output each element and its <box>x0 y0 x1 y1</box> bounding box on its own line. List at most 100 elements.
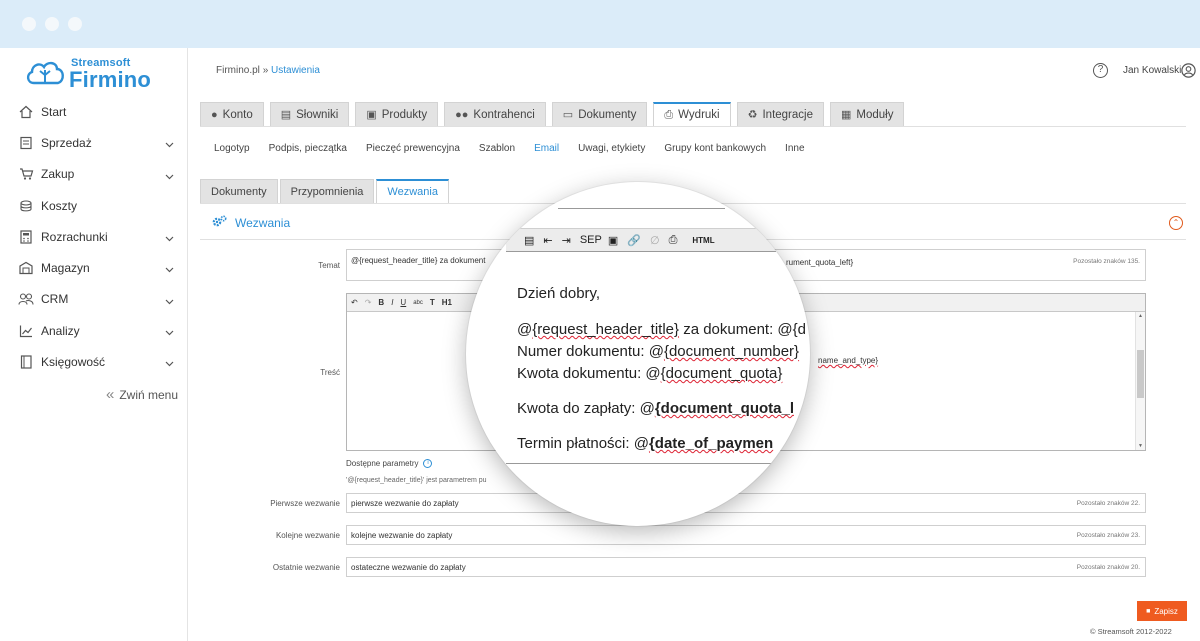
tab-email-dokumenty[interactable]: Dokumenty <box>200 179 278 203</box>
lens-top-line <box>558 208 725 209</box>
tab-label: Wydruki <box>678 109 720 121</box>
sidebar-item-crm[interactable]: CRM <box>0 284 188 315</box>
subtab-email[interactable]: Email <box>534 143 559 154</box>
separator-button[interactable]: SEP <box>580 234 602 246</box>
brand-main: Firmino <box>69 67 152 92</box>
window-dot-minimize[interactable] <box>45 17 59 31</box>
lens-text: @ <box>517 321 533 338</box>
tab-konto[interactable]: ● Konto <box>200 102 264 126</box>
subtab-szablon[interactable]: Szablon <box>479 143 515 154</box>
tresc-label: Treść <box>320 368 340 377</box>
sidebar-item-label: Magazyn <box>41 261 90 276</box>
tab-integracje[interactable]: ♻ Integracje <box>736 102 824 126</box>
param-text: {document_quota_l <box>654 400 794 417</box>
pierwsze-wezwanie-input[interactable]: pierwsze wezwanie do zapłaty Pozostało z… <box>346 493 1146 513</box>
sidebar-item-sprzedaz[interactable]: Sprzedaż <box>0 127 188 158</box>
italic-icon[interactable]: I <box>391 298 393 307</box>
kolejne-wezwanie-label: Kolejne wezwanie <box>275 531 340 540</box>
subtab-inne[interactable]: Inne <box>785 143 804 154</box>
chevron-up-icon[interactable]: ⌃ <box>1169 216 1183 230</box>
subtab-uwagi[interactable]: Uwagi, etykiety <box>578 143 645 154</box>
params-note: '@{request_header_title}' jest parametre… <box>346 477 487 484</box>
save-button[interactable]: ■ Zapisz <box>1137 601 1187 621</box>
unlink-icon[interactable]: ∅ <box>650 234 660 247</box>
sidebar-item-label: Analizy <box>41 323 80 338</box>
user-name[interactable]: Jan Kowalski <box>1123 65 1181 76</box>
tab-produkty[interactable]: ▣ Produkty <box>355 102 439 126</box>
tab-label: Słowniki <box>296 108 339 121</box>
temat-label: Temat <box>318 261 340 270</box>
gears-icon <box>212 215 227 231</box>
sidebar-item-koszty[interactable]: Koszty <box>0 190 188 221</box>
kolejne-wezwanie-input[interactable]: kolejne wezwanie do zapłaty Pozostało zn… <box>346 525 1146 545</box>
field-value: kolejne wezwanie do zapłaty <box>351 531 453 540</box>
undo-icon[interactable]: ↶ <box>351 298 358 307</box>
tab-dokumenty[interactable]: ▭ Dokumenty <box>551 102 648 126</box>
tab-moduly[interactable]: ▦ Moduły <box>830 102 905 126</box>
tab-kontrahenci[interactable]: ●● Kontrahenci <box>444 102 546 126</box>
scroll-up-icon[interactable]: ▲ <box>1138 313 1143 319</box>
tab-label: Dokumenty <box>578 108 637 121</box>
subtab-logotyp[interactable]: Logotyp <box>214 143 250 154</box>
subtab-grupy-kont[interactable]: Grupy kont bankowych <box>664 143 766 154</box>
link-icon[interactable]: 🔗 <box>627 234 641 247</box>
logo[interactable]: Streamsoft Firmino <box>24 56 174 92</box>
ostatnie-wezwanie-input[interactable]: ostateczne wezwanie do zapłaty Pozostało… <box>346 557 1146 577</box>
scrollbar-thumb[interactable] <box>1137 350 1144 398</box>
param-text: {date_of_paymen <box>648 435 774 452</box>
print-icon[interactable]: ⎙ <box>669 234 678 247</box>
heading-icon[interactable]: H1 <box>442 298 452 307</box>
tab-slowniki[interactable]: ▤ Słowniki <box>269 102 350 126</box>
temat-remaining: Pozostało znaków 135. <box>1073 258 1140 265</box>
tab-email-wezwania[interactable]: Wezwania <box>376 179 449 203</box>
save-label: Zapisz <box>1154 606 1178 616</box>
font-size-icon[interactable]: T <box>430 298 435 307</box>
sidebar-item-analizy[interactable]: Analizy <box>0 315 188 346</box>
subtab-podpis[interactable]: Podpis, pieczątka <box>269 143 347 154</box>
sidebar-item-ksiegowosc[interactable]: Księgowość <box>0 346 188 377</box>
html-button[interactable]: HTML <box>692 236 714 245</box>
field-remaining: Pozostało znaków 23. <box>1076 532 1140 539</box>
subtab-pieczec[interactable]: Pieczęć prewencyjna <box>366 143 460 154</box>
scroll-down-icon[interactable]: ▼ <box>1138 443 1143 449</box>
lens-greeting: Dzień dobry, <box>517 285 601 302</box>
sidebar-item-label: Księgowość <box>41 355 106 370</box>
tab-email-przypomnienia[interactable]: Przypomnienia <box>279 179 375 203</box>
outdent-icon[interactable]: ⇤ <box>543 234 552 247</box>
sidebar-item-zakup[interactable]: Zakup <box>0 159 188 190</box>
file-icon: ▭ <box>562 109 574 121</box>
lens-line-5: Termin płatności: @{date_of_paymen <box>517 435 773 452</box>
info-icon[interactable]: i <box>423 459 433 468</box>
underline-icon[interactable]: U <box>400 298 406 307</box>
breadcrumb-current[interactable]: Ustawienia <box>271 65 320 76</box>
cart-icon <box>18 166 34 182</box>
calculator-icon <box>18 229 34 245</box>
align-justify-icon[interactable]: ▤ <box>524 234 534 247</box>
breadcrumb-root[interactable]: Firmino.pl <box>216 65 260 76</box>
collapse-menu-button[interactable]: « Zwiń menu <box>106 386 178 403</box>
list-icon: ▤ <box>280 109 292 121</box>
double-chevron-left-icon: « <box>106 386 115 403</box>
chevron-down-icon <box>165 294 174 308</box>
print-subtabs: Logotyp Podpis, pieczątka Pieczęć prewen… <box>214 143 824 154</box>
available-params: Dostępne parametry i <box>346 459 433 468</box>
tab-wydruki[interactable]: ⎙ Wydruki <box>653 102 731 126</box>
editor-scrollbar[interactable]: ▲ ▼ <box>1135 312 1145 450</box>
help-icon[interactable]: ? <box>1093 63 1108 78</box>
window-dot-close[interactable] <box>22 17 36 31</box>
user-avatar-icon[interactable] <box>1181 63 1196 83</box>
strikethrough-icon[interactable]: abc <box>413 300 423 306</box>
bold-icon[interactable]: B <box>378 298 384 307</box>
chevron-down-icon <box>165 169 174 183</box>
sidebar-item-rozrachunki[interactable]: Rozrachunki <box>0 221 188 252</box>
sidebar-item-magazyn[interactable]: Magazyn <box>0 252 188 283</box>
sidebar-item-start[interactable]: Start <box>0 96 188 127</box>
user-icon: ● <box>211 108 218 121</box>
window-dot-maximize[interactable] <box>68 17 82 31</box>
redo-icon[interactable]: ↷ <box>365 298 372 307</box>
indent-icon[interactable]: ⇥ <box>562 234 571 247</box>
cloud-logo-icon <box>26 61 64 85</box>
print-icon: ⎙ <box>664 108 674 121</box>
chevron-down-icon <box>165 325 174 339</box>
image-icon[interactable]: ▣ <box>608 234 618 247</box>
